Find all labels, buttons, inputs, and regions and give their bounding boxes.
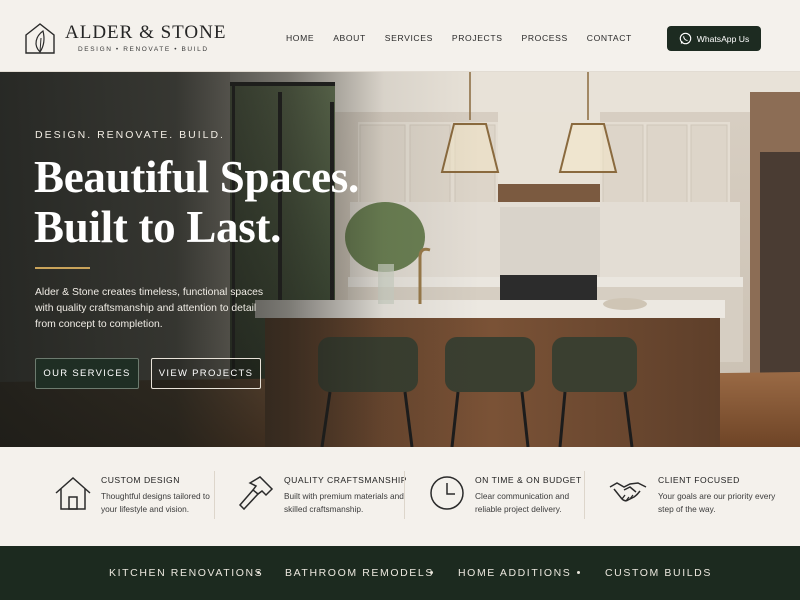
headline-divider — [35, 267, 90, 269]
hero-eyebrow: DESIGN. RENOVATE. BUILD. — [35, 129, 225, 141]
nav-home[interactable]: HOME — [286, 33, 314, 43]
feature-title: CLIENT FOCUSED — [658, 475, 740, 485]
main-nav: HOME ABOUT SERVICES PROJECTS PROCESS CON… — [286, 33, 651, 43]
site-header: ALDER & STONE DESIGN • RENOVATE • BUILD … — [0, 0, 800, 72]
bullet-separator — [257, 571, 260, 574]
feature-quality-craftsmanship: QUALITY CRAFTSMANSHIP Built with premium… — [214, 447, 408, 546]
house-icon — [55, 476, 91, 510]
clock-icon — [430, 476, 464, 510]
whatsapp-label: WhatsApp Us — [696, 33, 750, 44]
our-services-button[interactable]: OUR SERVICES — [35, 358, 139, 389]
feature-desc: Your goals are our priority every step o… — [658, 491, 776, 514]
nav-contact[interactable]: CONTACT — [587, 33, 632, 43]
nav-about[interactable]: ABOUT — [333, 33, 366, 43]
service-bathroom-remodels[interactable]: BATHROOM REMODELS — [285, 567, 434, 579]
brand-name: ALDER & STONE — [65, 22, 227, 43]
hero-headline: Beautiful Spaces. Built to Last. — [34, 152, 359, 252]
handshake-icon — [609, 482, 647, 502]
brand-tagline: DESIGN • RENOVATE • BUILD — [78, 46, 209, 53]
feature-client-focused: CLIENT FOCUSED Your goals are our priori… — [584, 447, 800, 546]
whatsapp-button[interactable]: WhatsApp Us — [667, 26, 761, 51]
features-strip: CUSTOM DESIGN Thoughtful designs tailore… — [0, 447, 800, 546]
feature-custom-design: CUSTOM DESIGN Thoughtful designs tailore… — [0, 447, 214, 546]
bullet-separator — [430, 571, 433, 574]
nav-services[interactable]: SERVICES — [385, 33, 433, 43]
bullet-separator — [577, 571, 580, 574]
feature-on-time-budget: ON TIME & ON BUDGET Clear communication … — [404, 447, 584, 546]
services-bar: KITCHEN RENOVATIONS BATHROOM REMODELS HO… — [0, 546, 800, 600]
headline-line-1: Beautiful Spaces. — [34, 152, 359, 202]
feature-title: ON TIME & ON BUDGET — [475, 475, 582, 485]
service-kitchen-renovations[interactable]: KITCHEN RENOVATIONS — [109, 567, 263, 579]
hammer-icon — [238, 476, 274, 511]
nav-projects[interactable]: PROJECTS — [452, 33, 503, 43]
feature-desc: Built with premium materials and skilled… — [284, 491, 404, 514]
view-projects-button[interactable]: VIEW PROJECTS — [151, 358, 261, 389]
feature-desc: Thoughtful designs tailored to your life… — [101, 491, 210, 514]
nav-process[interactable]: PROCESS — [522, 33, 568, 43]
feature-title: QUALITY CRAFTSMANSHIP — [284, 475, 408, 485]
headline-line-2: Built to Last. — [34, 202, 282, 252]
service-home-additions[interactable]: HOME ADDITIONS — [458, 567, 571, 579]
whatsapp-icon — [679, 32, 691, 45]
hero-intro: Alder & Stone creates timeless, function… — [35, 287, 264, 330]
house-logo-icon — [25, 23, 55, 54]
feature-desc: Clear communication and reliable project… — [475, 491, 570, 514]
logo[interactable]: ALDER & STONE DESIGN • RENOVATE • BUILD — [24, 21, 226, 55]
service-custom-builds[interactable]: CUSTOM BUILDS — [605, 567, 712, 579]
hero-section: DESIGN. RENOVATE. BUILD. Beautiful Space… — [0, 72, 800, 447]
feature-title: CUSTOM DESIGN — [101, 475, 180, 485]
